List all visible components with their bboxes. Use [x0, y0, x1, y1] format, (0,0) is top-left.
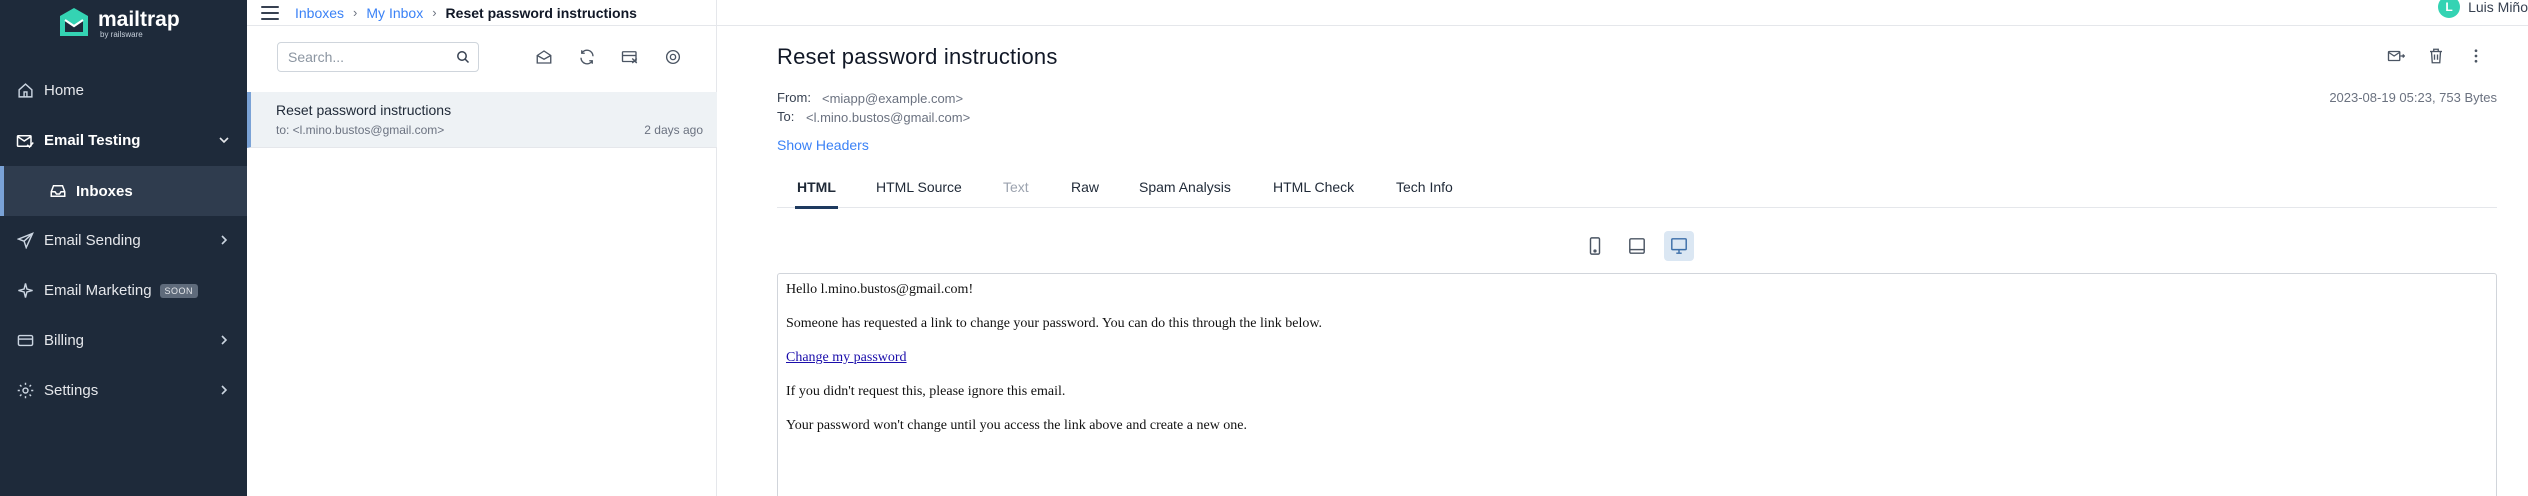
search-input[interactable] — [288, 49, 453, 65]
search-box — [277, 42, 479, 72]
brand-name: mailtrap — [98, 8, 180, 31]
more-icon[interactable] — [2466, 46, 2486, 66]
sidebar-item-billing[interactable]: Billing — [0, 316, 247, 365]
sidebar-item-label: Billing — [44, 332, 85, 349]
email-tabs: HTML HTML Source Text Raw Spam Analysis … — [777, 165, 2497, 209]
from-label: From: — [777, 90, 811, 105]
soon-badge: SOON — [159, 283, 199, 298]
brand-sub: by railsware — [100, 30, 143, 39]
billing-icon — [16, 332, 34, 350]
to-address: <l.mino.bustos@gmail.com> — [806, 110, 971, 125]
inbox-icon — [49, 182, 67, 200]
list-item[interactable]: Reset password instructions to: <l.mino.… — [247, 92, 717, 148]
breadcrumb-current: Reset password instructions — [445, 4, 637, 21]
sidebar-item-inboxes[interactable]: Inboxes — [0, 166, 247, 216]
sidebar-item-settings[interactable]: Settings — [0, 366, 247, 415]
top-bar: Inboxes › My Inbox › Reset password inst… — [247, 0, 2528, 26]
sidebar-item-label: Inboxes — [76, 182, 133, 200]
search-icon[interactable] — [456, 50, 470, 64]
email-line: If you didn't request this, please ignor… — [786, 384, 1066, 399]
tab-text: Text — [1003, 178, 1029, 195]
sparkle-icon — [16, 282, 34, 300]
chevron-right-icon — [221, 335, 228, 345]
breadcrumb-inboxes[interactable]: Inboxes — [295, 5, 344, 21]
to-label: To: — [777, 109, 795, 124]
mark-read-icon[interactable] — [534, 47, 554, 67]
sidebar-item-label: Email Testing — [44, 132, 141, 149]
user-menu[interactable]: L Luis Miño — [2438, 0, 2528, 18]
tablet-view-button[interactable] — [1622, 231, 1652, 261]
sidebar: mailtrap by railsware Home Email Testing… — [0, 0, 247, 496]
gear-icon — [16, 382, 34, 400]
send-icon — [16, 232, 34, 250]
breadcrumb-separator: › — [432, 5, 437, 20]
sidebar-item-label: Settings — [44, 382, 99, 399]
email-date-size: 2023-08-19 05:23, 753 Bytes — [2329, 90, 2497, 105]
avatar: L — [2438, 0, 2461, 18]
tab-html-source[interactable]: HTML Source — [876, 165, 962, 208]
menu-icon[interactable] — [261, 5, 279, 20]
email-subject: Reset password instructions — [777, 44, 1058, 69]
sidebar-item-label: Email Marketing — [44, 282, 152, 299]
breadcrumb: Inboxes › My Inbox › Reset password inst… — [295, 5, 637, 21]
tab-raw[interactable]: Raw — [1071, 165, 1099, 208]
clean-inbox-icon[interactable] — [620, 47, 640, 67]
chevron-right-icon — [221, 235, 228, 245]
email-preview: Hello l.mino.bustos@gmail.com! Someone h… — [777, 273, 2497, 496]
chevron-right-icon — [221, 385, 228, 395]
email-greeting: Hello l.mino.bustos@gmail.com! — [786, 282, 974, 297]
home-icon — [16, 82, 34, 100]
mailtrap-logo[interactable]: mailtrap by railsware — [56, 6, 180, 42]
from-address: <miapp@example.com> — [822, 91, 964, 106]
tab-html[interactable]: HTML — [795, 165, 838, 209]
email-testing-icon — [16, 132, 34, 150]
message-list-panel — [247, 0, 717, 496]
sidebar-item-email-sending[interactable]: Email Sending — [0, 216, 247, 265]
user-name: Luis Miño — [2468, 0, 2528, 15]
sidebar-item-label: Home — [44, 82, 85, 99]
mobile-icon — [1589, 237, 1601, 255]
mobile-view-button[interactable] — [1580, 231, 1610, 261]
desktop-view-button[interactable] — [1664, 231, 1694, 261]
desktop-icon — [1671, 238, 1687, 254]
sidebar-item-email-testing[interactable]: Email Testing — [0, 116, 247, 165]
show-headers-link[interactable]: Show Headers — [777, 137, 869, 153]
change-password-link[interactable]: Change my password — [786, 350, 907, 365]
breadcrumb-separator: › — [353, 5, 358, 20]
tablet-icon — [1629, 238, 1645, 254]
refresh-icon[interactable] — [577, 47, 597, 67]
message-subject: Reset password instructions — [276, 102, 452, 118]
sidebar-item-home[interactable]: Home — [0, 66, 247, 115]
inbox-settings-icon[interactable] — [663, 47, 683, 67]
email-line: Your password won't change until you acc… — [786, 418, 1248, 433]
delete-icon[interactable] — [2426, 46, 2446, 66]
email-line: Someone has requested a link to change y… — [786, 316, 1323, 331]
message-recipient: to: <l.mino.bustos@gmail.com> — [276, 123, 445, 137]
tab-html-check[interactable]: HTML Check — [1273, 165, 1354, 208]
chevron-down-icon — [219, 137, 229, 144]
tab-spam-analysis[interactable]: Spam Analysis — [1139, 165, 1231, 208]
sidebar-item-email-marketing[interactable]: Email Marketing SOON — [0, 266, 247, 315]
mailtrap-logo-icon — [60, 8, 88, 36]
sidebar-item-label: Email Sending — [44, 232, 141, 249]
breadcrumb-my-inbox[interactable]: My Inbox — [366, 5, 423, 21]
message-time: 2 days ago — [644, 123, 703, 137]
tab-tech-info[interactable]: Tech Info — [1396, 165, 1453, 208]
forward-icon[interactable] — [2386, 46, 2406, 66]
